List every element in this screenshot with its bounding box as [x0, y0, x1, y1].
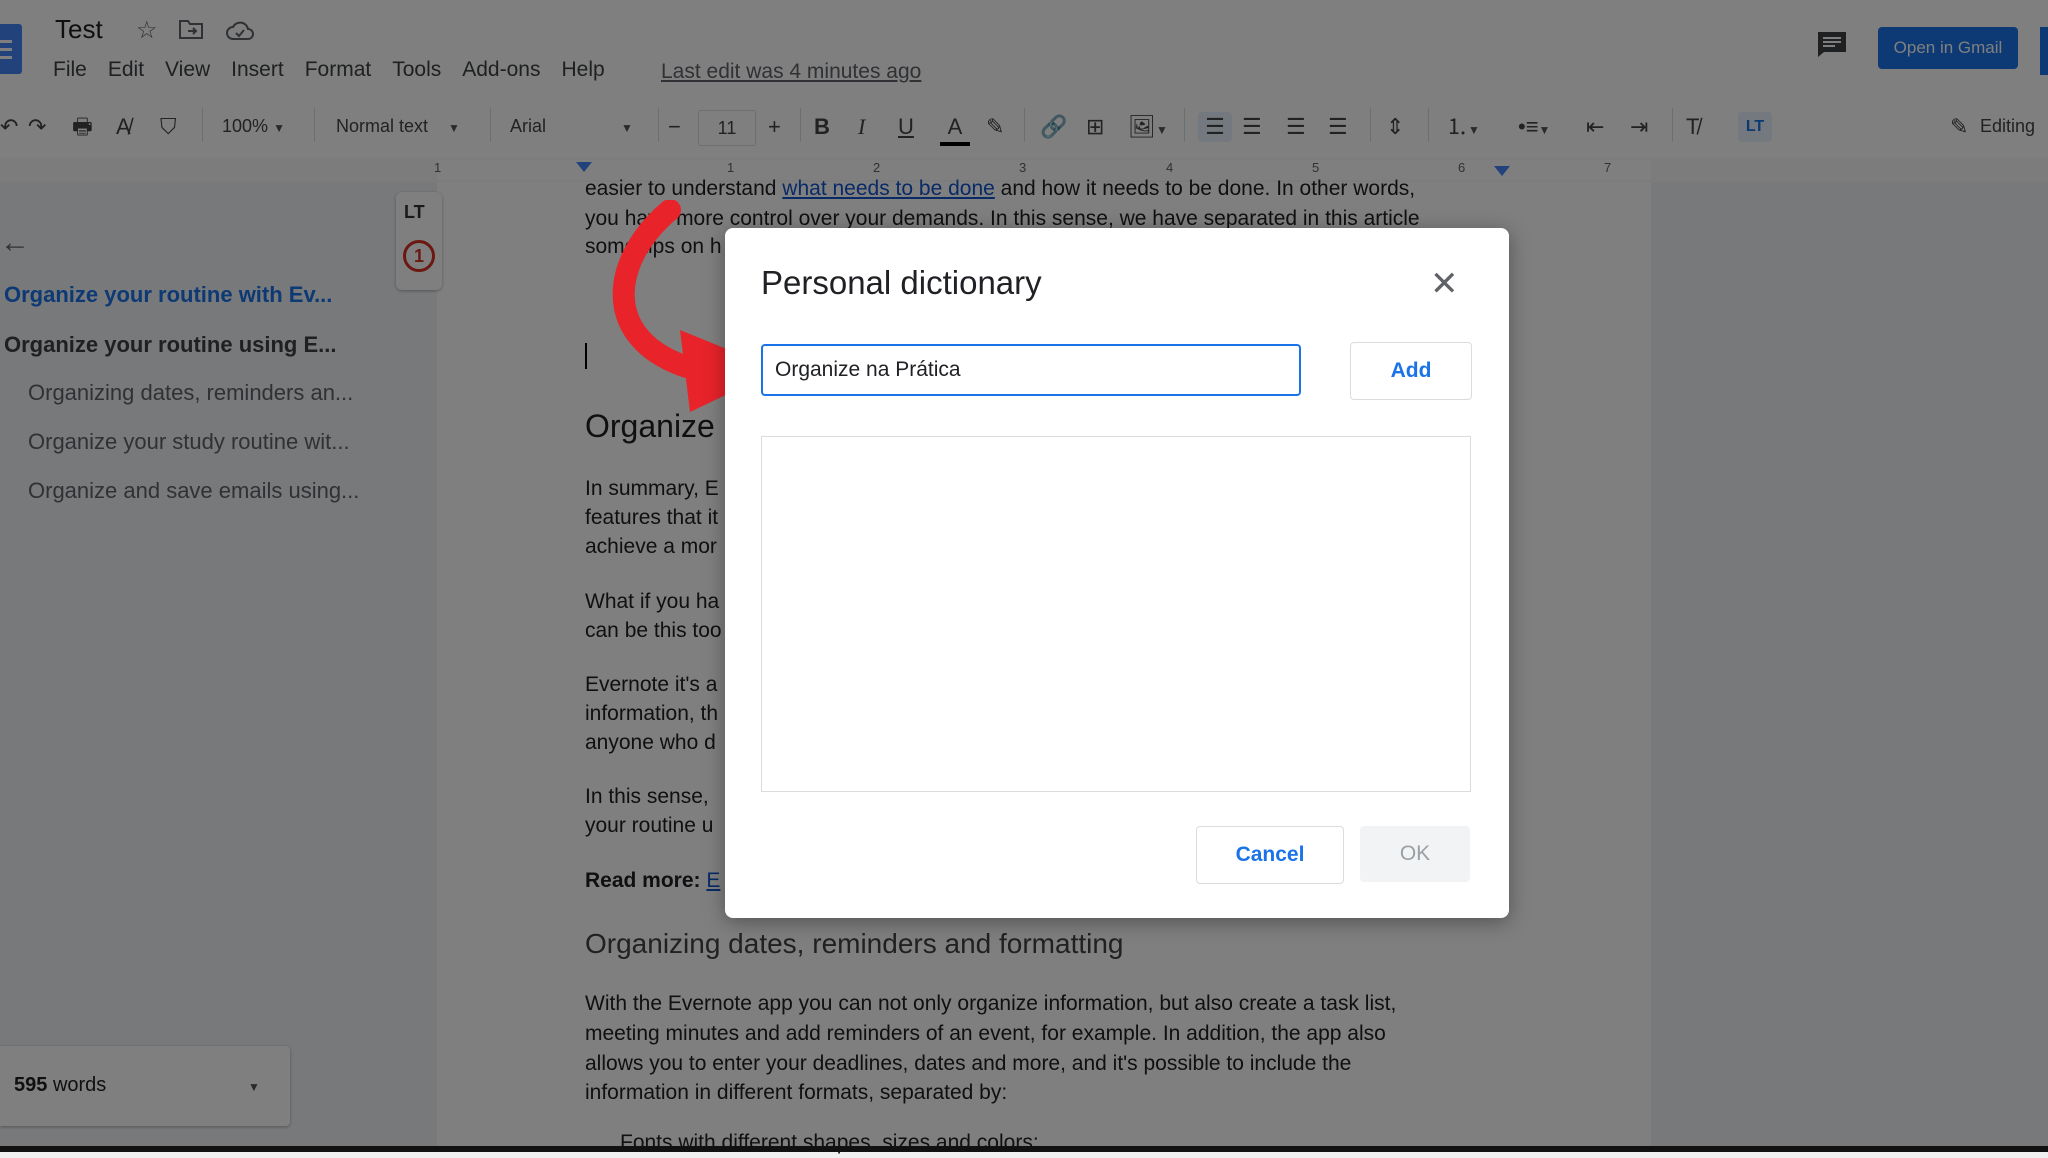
- cancel-button[interactable]: Cancel: [1196, 826, 1344, 884]
- add-word-button[interactable]: Add: [1350, 342, 1472, 400]
- ok-button[interactable]: OK: [1360, 826, 1470, 882]
- close-icon[interactable]: ✕: [1430, 264, 1459, 304]
- dictionary-word-list[interactable]: [761, 436, 1471, 792]
- dialog-title: Personal dictionary: [761, 264, 1042, 301]
- dictionary-word-input[interactable]: [761, 344, 1301, 396]
